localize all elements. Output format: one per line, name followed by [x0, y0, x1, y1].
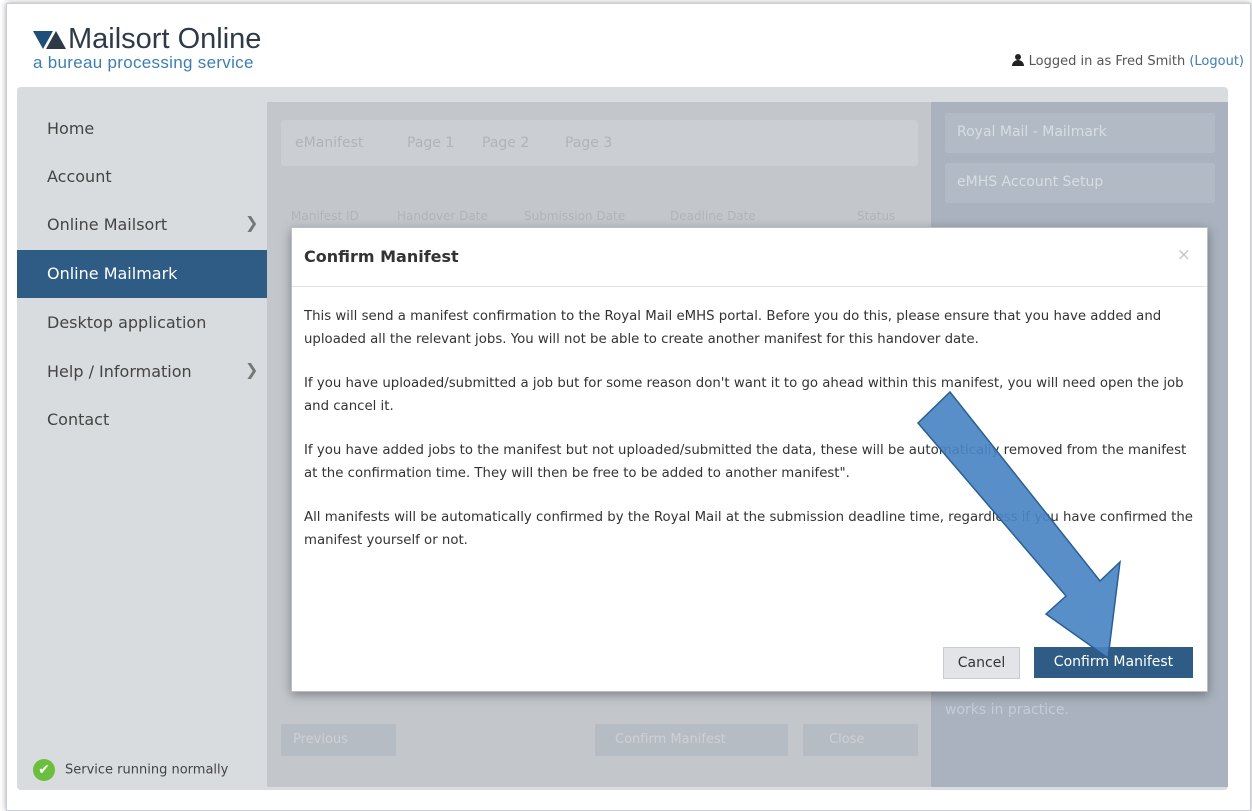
dialog-paragraph: This will send a manifest confirmation t…: [304, 309, 1162, 347]
confirm-manifest-button[interactable]: Confirm Manifest: [1034, 647, 1193, 678]
dialog-divider: [292, 286, 1207, 287]
logged-in-text: Logged in as Fred Smith: [1028, 54, 1186, 69]
close-icon[interactable]: ×: [1177, 245, 1191, 265]
column-header: Handover Date: [397, 209, 488, 223]
confirm-manifest-bg-label: Confirm Manifest: [615, 732, 726, 747]
cancel-button[interactable]: Cancel: [943, 647, 1020, 679]
close-button[interactable]: Close: [803, 724, 918, 756]
logo-mark-up-icon: [46, 31, 66, 49]
sidebar-item-account[interactable]: Account: [17, 153, 267, 201]
column-header: Deadline Date: [670, 209, 756, 223]
sidebar-item-label: Help / Information: [47, 362, 192, 381]
sidebar-item-contact[interactable]: Contact: [17, 396, 267, 444]
dialog-body: This will send a manifest confirmation t…: [304, 305, 1194, 573]
right-item-label: Royal Mail - Mailmark: [957, 124, 1107, 140]
check-circle-icon: ✔: [33, 759, 55, 781]
breadcrumb: eManifest Page 1 Page 2 Page 3: [281, 120, 918, 166]
logo-title-text: Mailsort Online: [68, 23, 262, 55]
sidebar-item-label: Online Mailsort: [47, 215, 168, 234]
sidebar-item-online-mailmark[interactable]: Online Mailmark: [17, 250, 267, 298]
sidebar-item-label: Online Mailmark: [47, 264, 178, 283]
right-item-royal-mail-mailmark[interactable]: Royal Mail - Mailmark: [945, 113, 1215, 153]
column-header: Manifest ID: [291, 209, 359, 223]
dialog-paragraph: All manifests will be automatically conf…: [304, 510, 1193, 548]
right-item-emhs-account-setup[interactable]: eMHS Account Setup: [945, 163, 1215, 203]
user-bar: Logged in as Fred Smith (Logout): [1011, 54, 1244, 69]
user-icon: [1011, 54, 1024, 66]
logo-subtitle: a bureau processing service: [33, 53, 254, 72]
dialog-paragraph: If you have added jobs to the manifest b…: [304, 443, 1187, 481]
tab-emanifest[interactable]: eManifest: [295, 135, 363, 151]
chevron-right-icon: ❯: [245, 360, 259, 379]
dialog-title: Confirm Manifest: [304, 247, 459, 266]
sidebar-item-help-information[interactable]: Help / Information ❯: [17, 348, 267, 396]
sidebar-item-label: Desktop application: [47, 313, 207, 332]
logo-title: Mailsort Online: [33, 24, 261, 54]
confirm-manifest-dialog: Confirm Manifest × This will send a mani…: [291, 227, 1208, 692]
previous-label: Previous: [293, 732, 348, 747]
tab-page-1[interactable]: Page 1: [407, 135, 454, 151]
logo[interactable]: Mailsort Online a bureau processing serv…: [33, 24, 261, 72]
tab-page-3[interactable]: Page 3: [565, 135, 612, 151]
logout-link[interactable]: (Logout): [1189, 54, 1244, 69]
sidebar-item-label: Home: [47, 119, 95, 138]
close-label: Close: [829, 732, 865, 747]
sidebar-item-label: Contact: [47, 410, 110, 429]
tab-page-2[interactable]: Page 2: [482, 135, 529, 151]
right-panel-text: works in practice.: [945, 702, 1069, 718]
sidebar: Home Account Online Mailsort ❯ Online Mai…: [17, 87, 267, 790]
previous-button[interactable]: Previous: [281, 724, 396, 756]
sidebar-item-label: Account: [47, 167, 112, 186]
dialog-paragraph: If you have uploaded/submitted a job but…: [304, 376, 1184, 414]
sidebar-item-home[interactable]: Home: [17, 105, 267, 153]
sidebar-item-desktop-application[interactable]: Desktop application: [17, 299, 267, 347]
column-header: Submission Date: [524, 209, 626, 223]
column-header: Status: [857, 209, 896, 223]
right-item-label: eMHS Account Setup: [957, 174, 1104, 190]
service-status: ✔ Service running normally: [33, 759, 228, 781]
sidebar-item-online-mailsort[interactable]: Online Mailsort ❯: [17, 201, 267, 249]
chevron-right-icon: ❯: [245, 213, 259, 232]
confirm-manifest-bg-button[interactable]: Confirm Manifest: [595, 724, 788, 756]
service-status-text: Service running normally: [65, 762, 229, 778]
